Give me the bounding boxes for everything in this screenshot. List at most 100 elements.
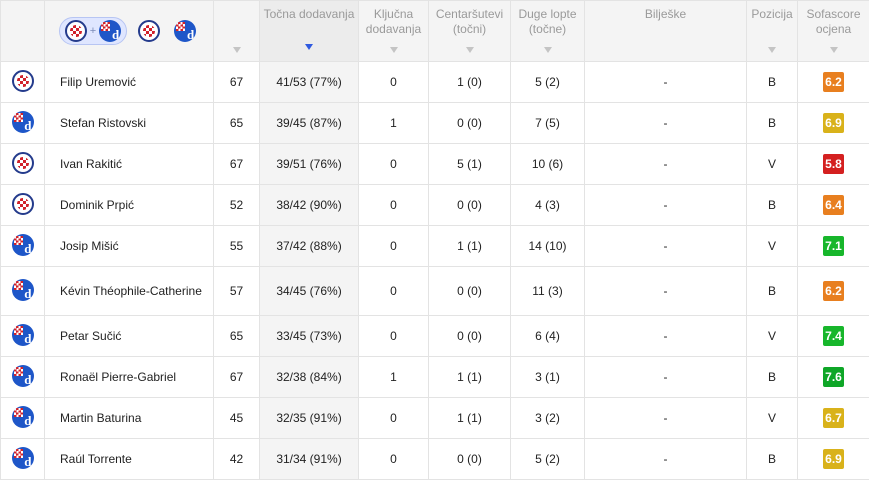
- position-cell: V: [747, 316, 798, 357]
- rating-badge: 6.4: [823, 195, 844, 215]
- column-minutes[interactable]: [214, 1, 260, 62]
- player-name[interactable]: Dominik Prpić: [45, 185, 214, 226]
- minutes-cell: 52: [214, 185, 260, 226]
- position-cell: B: [747, 439, 798, 480]
- team-filter-header: + d d: [45, 1, 214, 62]
- key-passes-cell: 0: [359, 226, 429, 267]
- rating-cell: 6.7: [798, 398, 869, 439]
- crosses-cell: 0 (0): [429, 103, 511, 144]
- rating-cell: 6.9: [798, 103, 869, 144]
- crosses-cell: 0 (0): [429, 439, 511, 480]
- player-row[interactable]: dMartin Baturina4532/35 (91%)01 (1)3 (2)…: [1, 398, 869, 439]
- player-row[interactable]: dJosip Mišić5537/42 (88%)01 (1)14 (10)-V…: [1, 226, 869, 267]
- team-filter-group: + d d: [45, 1, 213, 61]
- rating-cell: 7.4: [798, 316, 869, 357]
- column-accurate-passes[interactable]: Točna dodavanja: [260, 1, 359, 62]
- rating-badge: 6.7: [823, 408, 844, 428]
- accurate-passes-cell: 31/34 (91%): [260, 439, 359, 480]
- sort-arrow-icon: [233, 47, 241, 53]
- position-cell: B: [747, 357, 798, 398]
- rating-badge: 5.8: [823, 154, 844, 174]
- crosses-cell: 1 (1): [429, 357, 511, 398]
- hajduk-logo-icon: [138, 20, 160, 42]
- player-row[interactable]: dRonaël Pierre-Gabriel6732/38 (84%)11 (1…: [1, 357, 869, 398]
- team-cell: d: [1, 226, 45, 267]
- filter-both-teams-button[interactable]: + d: [59, 17, 127, 45]
- position-cell: V: [747, 398, 798, 439]
- accurate-passes-cell: 34/45 (76%): [260, 267, 359, 316]
- player-row[interactable]: dKévin Théophile-Catherine5734/45 (76%)0…: [1, 267, 869, 316]
- accurate-passes-cell: 39/51 (76%): [260, 144, 359, 185]
- column-key-passes[interactable]: Ključna dodavanja: [359, 1, 429, 62]
- rating-badge: 7.6: [823, 367, 844, 387]
- hajduk-logo-icon: [12, 193, 34, 215]
- long-balls-cell: 3 (2): [511, 398, 585, 439]
- column-rating[interactable]: Sofascore ocjena: [798, 1, 869, 62]
- player-row[interactable]: Ivan Rakitić6739/51 (76%)05 (1)10 (6)-V5…: [1, 144, 869, 185]
- team-cell: d: [1, 439, 45, 480]
- player-row[interactable]: dRaúl Torrente4231/34 (91%)00 (0)5 (2)-B…: [1, 439, 869, 480]
- player-row[interactable]: dStefan Ristovski6539/45 (87%)10 (0)7 (5…: [1, 103, 869, 144]
- rating-cell: 6.2: [798, 62, 869, 103]
- notes-cell: -: [585, 316, 747, 357]
- column-long-balls[interactable]: Duge lopte (točne): [511, 1, 585, 62]
- player-name[interactable]: Filip Uremović: [45, 62, 214, 103]
- hajduk-logo-icon: [12, 152, 34, 174]
- notes-cell: -: [585, 398, 747, 439]
- notes-cell: -: [585, 357, 747, 398]
- rating-badge: 7.1: [823, 236, 844, 256]
- player-name[interactable]: Ivan Rakitić: [45, 144, 214, 185]
- team-cell: d: [1, 316, 45, 357]
- hajduk-logo-icon: [12, 70, 34, 92]
- team-cell: d: [1, 357, 45, 398]
- key-passes-cell: 1: [359, 357, 429, 398]
- column-notes: Bilješke: [585, 1, 747, 62]
- player-name[interactable]: Petar Sučić: [45, 316, 214, 357]
- long-balls-cell: 5 (2): [511, 439, 585, 480]
- column-crosses[interactable]: Centaršutevi (točni): [429, 1, 511, 62]
- key-passes-cell: 1: [359, 103, 429, 144]
- minutes-cell: 67: [214, 62, 260, 103]
- rating-cell: 6.4: [798, 185, 869, 226]
- rating-cell: 7.6: [798, 357, 869, 398]
- notes-cell: -: [585, 185, 747, 226]
- player-name[interactable]: Ronaël Pierre-Gabriel: [45, 357, 214, 398]
- header-row: + d d Točna dodavanja Ključna dodavanja …: [1, 1, 869, 62]
- player-name[interactable]: Josip Mišić: [45, 226, 214, 267]
- long-balls-cell: 7 (5): [511, 103, 585, 144]
- dinamo-logo-icon: d: [12, 365, 34, 387]
- minutes-cell: 65: [214, 316, 260, 357]
- player-name[interactable]: Raúl Torrente: [45, 439, 214, 480]
- player-row[interactable]: dPetar Sučić6533/45 (73%)00 (0)6 (4)-V7.…: [1, 316, 869, 357]
- long-balls-cell: 6 (4): [511, 316, 585, 357]
- player-name[interactable]: Stefan Ristovski: [45, 103, 214, 144]
- position-cell: B: [747, 267, 798, 316]
- rating-cell: 6.9: [798, 439, 869, 480]
- long-balls-cell: 10 (6): [511, 144, 585, 185]
- accurate-passes-cell: 41/53 (77%): [260, 62, 359, 103]
- notes-cell: -: [585, 267, 747, 316]
- accurate-passes-cell: 32/35 (91%): [260, 398, 359, 439]
- accurate-passes-cell: 38/42 (90%): [260, 185, 359, 226]
- key-passes-cell: 0: [359, 185, 429, 226]
- key-passes-cell: 0: [359, 398, 429, 439]
- minutes-cell: 67: [214, 144, 260, 185]
- column-position[interactable]: Pozicija: [747, 1, 798, 62]
- rating-badge: 6.2: [823, 72, 844, 92]
- notes-cell: -: [585, 103, 747, 144]
- filter-hajduk-button[interactable]: [135, 17, 163, 45]
- dinamo-logo-icon: d: [12, 324, 34, 346]
- dinamo-logo-icon: d: [12, 234, 34, 256]
- player-name[interactable]: Martin Baturina: [45, 398, 214, 439]
- player-row[interactable]: Filip Uremović6741/53 (77%)01 (0)5 (2)-B…: [1, 62, 869, 103]
- accurate-passes-cell: 39/45 (87%): [260, 103, 359, 144]
- rating-cell: 7.1: [798, 226, 869, 267]
- minutes-cell: 67: [214, 357, 260, 398]
- filter-dinamo-button[interactable]: d: [171, 17, 199, 45]
- sort-arrow-icon: [768, 47, 776, 53]
- crosses-cell: 1 (1): [429, 398, 511, 439]
- player-row[interactable]: Dominik Prpić5238/42 (90%)00 (0)4 (3)-B6…: [1, 185, 869, 226]
- long-balls-cell: 3 (1): [511, 357, 585, 398]
- team-cell: d: [1, 267, 45, 316]
- player-name[interactable]: Kévin Théophile-Catherine: [45, 267, 214, 316]
